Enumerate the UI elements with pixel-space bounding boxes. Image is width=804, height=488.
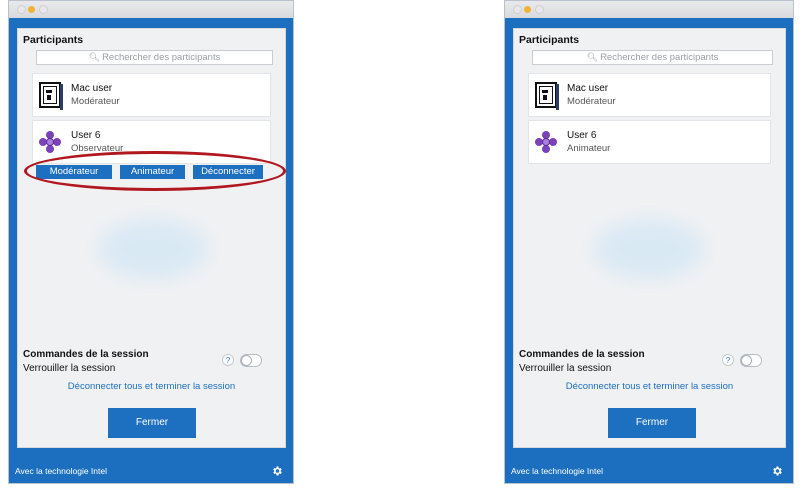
participant-role: Modérateur [567,96,616,107]
search-placeholder: Rechercher des participants [102,52,221,63]
flower-avatar-icon [535,131,557,153]
app-window-after: Participants 🔍︎ Rechercher des participan… [504,0,794,484]
mac-avatar-icon [535,82,559,110]
disconnect-all-link[interactable]: Déconnecter tous et terminer la session [18,381,285,392]
close-window-button[interactable] [513,5,522,14]
powered-by-text: Avec la technologie Intel [511,466,603,476]
title-bar [9,1,293,18]
mac-avatar-icon [39,82,63,110]
participants-panel: Participants 🔍︎ Rechercher des participan… [513,28,786,448]
panel-title: Participants [519,34,580,46]
participant-card[interactable]: Mac user Modérateur [528,73,771,117]
participant-name: Mac user [567,83,609,94]
search-icon: 🔍︎ [586,52,599,62]
zoom-window-button[interactable] [535,5,544,14]
search-input[interactable]: 🔍︎ Rechercher des participants [532,50,773,65]
search-icon: 🔍︎ [88,52,101,62]
zoom-window-button[interactable] [39,5,48,14]
participant-card[interactable]: Mac user Modérateur [32,73,271,117]
participants-panel: Participants 🔍︎ Rechercher des participan… [17,28,286,448]
participant-name: Mac user [71,83,113,94]
blurred-region [594,219,704,279]
lock-session-toggle[interactable] [740,354,762,367]
participant-role: Modérateur [71,96,120,107]
gear-icon[interactable] [271,465,283,477]
lock-session-label: Verrouiller la session [23,363,116,374]
help-icon[interactable]: ? [222,354,234,366]
participant-role: Animateur [567,143,611,154]
session-controls-title: Commandes de la session [519,349,645,360]
title-bar [505,1,793,18]
app-window-before: Participants 🔍︎ Rechercher des participan… [8,0,294,484]
lock-session-label: Verrouiller la session [519,363,612,374]
flower-avatar-icon [39,131,61,153]
session-controls-title: Commandes de la session [23,349,149,360]
minimize-window-button[interactable] [28,6,35,13]
search-placeholder: Rechercher des participants [600,52,719,63]
gear-icon[interactable] [771,465,783,477]
search-input[interactable]: 🔍︎ Rechercher des participants [36,50,273,65]
footer: Avec la technologie Intel [9,459,293,483]
minimize-window-button[interactable] [524,6,531,13]
highlight-ellipse [24,151,286,191]
panel-title: Participants [23,34,84,46]
blurred-region [98,219,208,279]
powered-by-text: Avec la technologie Intel [15,466,107,476]
close-button[interactable]: Fermer [108,408,196,438]
close-button[interactable]: Fermer [608,408,696,438]
footer: Avec la technologie Intel [505,459,793,483]
disconnect-all-link[interactable]: Déconnecter tous et terminer la session [514,381,785,392]
participant-name: User 6 [567,130,597,141]
participant-card[interactable]: User 6 Animateur [528,120,771,164]
lock-session-toggle[interactable] [240,354,262,367]
help-icon[interactable]: ? [722,354,734,366]
close-window-button[interactable] [17,5,26,14]
participant-name: User 6 [71,130,101,141]
